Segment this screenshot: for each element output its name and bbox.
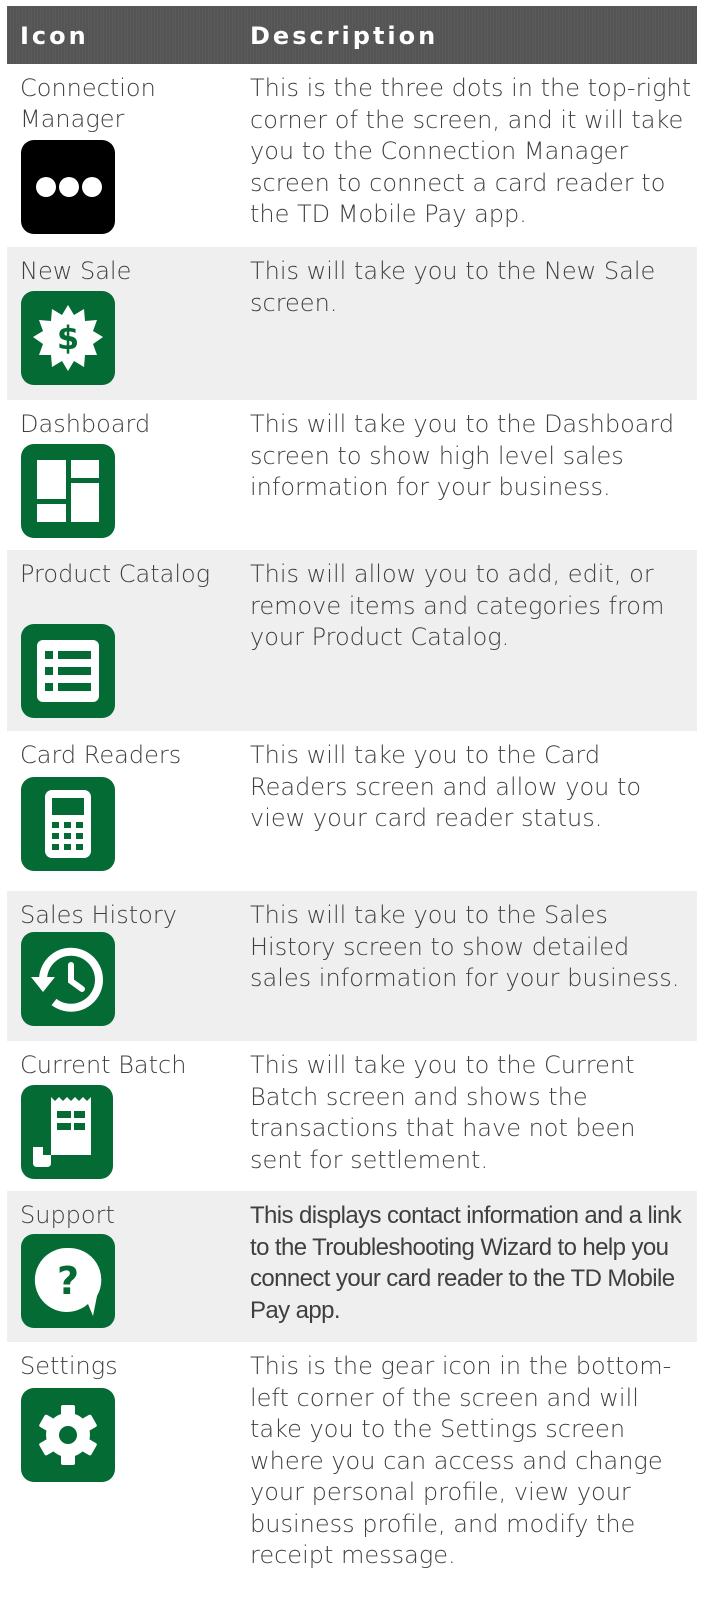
row-description: This will take you to the Card Readers s… (250, 741, 642, 832)
row-name: Card Readers (20, 741, 182, 769)
row-description: This is the gear icon in the bottom-left… (250, 1352, 672, 1569)
row-description: This will take you to the New Sale scree… (250, 257, 656, 317)
gear-icon (21, 1388, 115, 1482)
table-row: Settings This is the gear icon in the bo… (7, 1342, 697, 1592)
receipt-icon (21, 1085, 113, 1179)
row-name: Settings (20, 1352, 118, 1380)
table-row: Dashboard This will take you to the Dash… (7, 400, 697, 550)
row-name: New Sale (20, 257, 132, 285)
dashboard-tiles-icon (21, 444, 115, 538)
row-description: This will allow you to add, edit, or rem… (250, 560, 665, 651)
row-description: This will take you to the Dashboard scre… (250, 410, 675, 501)
table-row: Current Batch This will take you to the … (7, 1041, 697, 1191)
svg-text:?: ? (57, 1259, 79, 1303)
table-row: New Sale $ This will take you to the New… (7, 247, 697, 400)
row-name: Product Catalog (20, 560, 211, 588)
header-description-column: Description (250, 22, 439, 50)
table-header: Icon Description (7, 6, 697, 64)
table-row: Support ? This displays contact informat… (7, 1191, 697, 1342)
row-name: Current Batch (20, 1051, 187, 1079)
icon-reference-table: Icon Description Connection Manager This… (7, 6, 697, 1592)
help-question-icon: ? (21, 1234, 115, 1328)
header-icon-column: Icon (20, 22, 89, 50)
three-dots-icon (21, 140, 115, 234)
row-name: Connection Manager (20, 74, 156, 133)
row-description: This will take you to the Sales History … (250, 901, 680, 992)
table-row: Product Catalog This will allow you to a… (7, 550, 697, 731)
row-name: Dashboard (20, 410, 151, 438)
svg-text:$: $ (57, 319, 79, 357)
row-name: Sales History (20, 901, 177, 929)
row-name: Support (20, 1201, 115, 1229)
table-row: Sales History This will take you to the … (7, 891, 697, 1041)
row-description: This is the three dots in the top-right … (250, 74, 692, 228)
row-description: This will take you to the Current Batch … (250, 1051, 636, 1174)
card-reader-icon (21, 777, 115, 871)
dollar-badge-icon: $ (21, 291, 115, 385)
row-description: This displays contact information and a … (250, 1202, 682, 1324)
table-row: Connection Manager This is the three dot… (7, 64, 697, 247)
table-row: Card Readers This will take you to the C… (7, 731, 697, 891)
list-icon (21, 624, 115, 718)
history-clock-icon (21, 932, 115, 1026)
